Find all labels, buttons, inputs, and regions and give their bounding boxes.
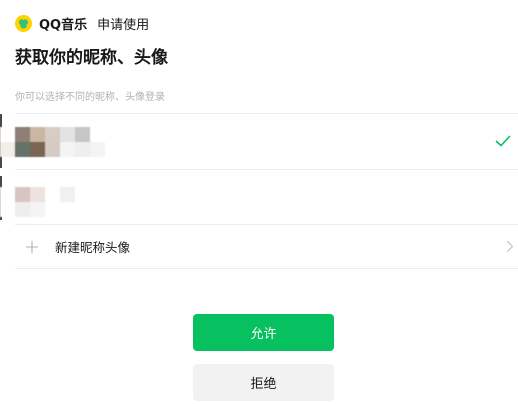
divider [15,268,518,269]
account-option-1[interactable] [0,114,518,168]
app-name: QQ音乐 [39,17,88,33]
qq-music-logo-icon [15,14,32,32]
plus-icon [25,240,39,253]
new-nickname-avatar-label: 新建昵称头像 [55,240,131,255]
app-header: QQ音乐 申请使用 [15,13,149,33]
chevron-right-icon [506,240,514,253]
avatar [0,187,105,217]
new-nickname-avatar-option[interactable]: 新建昵称头像 [15,225,518,268]
hint-text: 你可以选择不同的昵称、头像登录 [15,92,165,103]
account-option-2[interactable] [0,170,518,224]
reject-button[interactable]: 拒绝 [193,364,334,401]
request-text: 申请使用 [97,17,150,33]
allow-button[interactable]: 允许 [193,314,334,351]
check-icon [495,135,511,147]
avatar [0,127,105,157]
page-title: 获取你的昵称、头像 [15,48,168,68]
